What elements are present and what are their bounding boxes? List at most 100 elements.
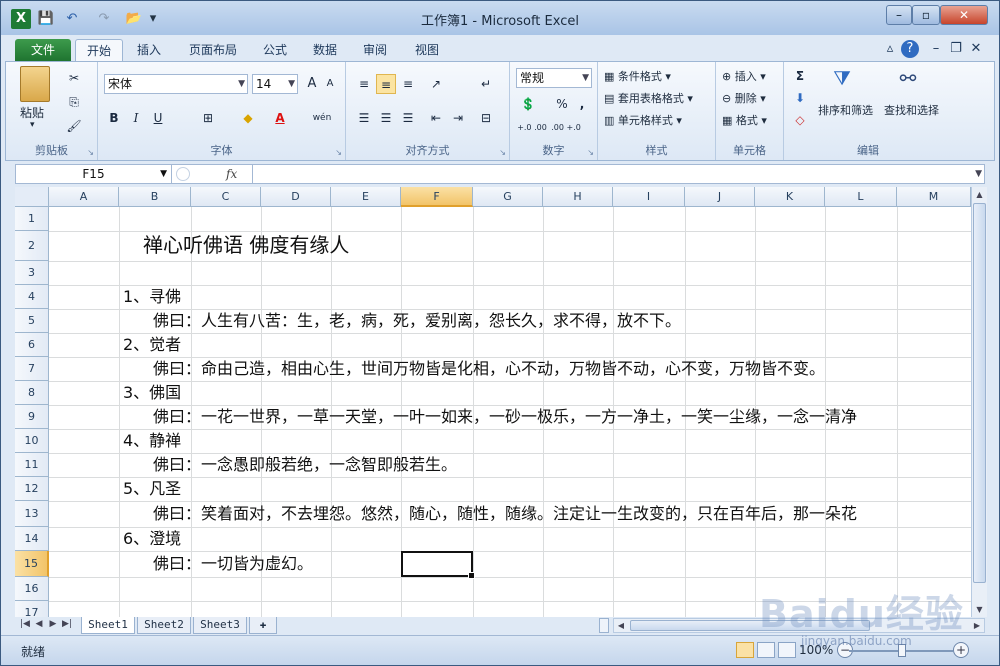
worksheet-grid[interactable]: A B C D E F G H I J K L M 1 2 3 4 5 6 7 … [15,187,971,617]
minimize-ribbon-icon[interactable]: ▵ [881,40,899,58]
workbook-close-icon[interactable]: ✕ [967,40,985,58]
close-button[interactable]: ✕ [940,5,988,25]
sheet-tab-2[interactable]: Sheet2 [137,617,191,634]
row-header-4[interactable]: 4 [15,285,49,309]
zoom-in-icon[interactable]: + [953,642,969,658]
grow-font-button[interactable]: A [302,74,322,94]
cell-b9[interactable]: 佛曰：一花一世界，一草一天堂，一叶一如来，一砂一极乐，一方一净土，一笑一尘缘，一… [153,405,857,429]
workbook-minimize-icon[interactable]: – [927,40,945,58]
maximize-button[interactable]: ▫ [912,5,940,25]
sheet-tab-3[interactable]: Sheet3 [193,617,247,634]
delete-cells-button[interactable]: ⊖ 删除 ▾ [722,90,766,106]
cell-b4[interactable]: 1、寻佛 [123,285,181,309]
tab-file[interactable]: 文件 [15,39,71,61]
tab-formulas[interactable]: 公式 [253,39,297,61]
format-as-table-button[interactable]: ▤ 套用表格格式 ▾ [604,90,693,106]
row-header-6[interactable]: 6 [15,333,49,357]
tab-home[interactable]: 开始 [75,39,123,61]
page-layout-view-icon[interactable] [757,642,775,658]
binoculars-icon[interactable]: ⚯ [896,66,920,94]
sheet-tab-1[interactable]: Sheet1 [81,617,135,634]
scroll-right-icon[interactable]: ▶ [970,619,984,632]
row-header-16[interactable]: 16 [15,577,49,601]
cell-b2-title[interactable]: 禅心听佛语 佛度有缘人 [143,233,349,257]
font-name-select[interactable]: 宋体 ▼ [104,74,248,94]
cell-styles-button[interactable]: ▥ 单元格样式 ▾ [604,112,682,128]
insert-sheet-icon[interactable]: ✚ [249,617,277,634]
font-launcher-icon[interactable]: ↘ [335,148,342,157]
align-left-icon[interactable]: ☰ [354,108,374,128]
scroll-up-icon[interactable]: ▲ [972,187,987,202]
column-header-f[interactable]: F [401,187,473,207]
row-header-15[interactable]: 15 [15,551,49,577]
column-header-g[interactable]: G [473,187,543,207]
scroll-left-icon[interactable]: ◀ [614,619,628,632]
align-right-icon[interactable]: ☰ [398,108,418,128]
format-cells-button[interactable]: ▦ 格式 ▾ [722,112,767,128]
insert-cells-button[interactable]: ⊕ 插入 ▾ [722,68,766,84]
align-bottom-icon[interactable]: ≡ [398,74,418,94]
tab-review[interactable]: 审阅 [353,39,397,61]
row-header-13[interactable]: 13 [15,501,49,527]
cell-b7[interactable]: 佛曰：命由己造，相由心生，世间万物皆是化相，心不动，万物皆不动，心不变，万物皆不… [153,357,825,381]
fill-color-icon[interactable]: ◆ [238,108,258,128]
column-header-b[interactable]: B [119,187,191,207]
tab-insert[interactable]: 插入 [127,39,171,61]
row-header-14[interactable]: 14 [15,527,49,551]
shrink-font-button[interactable]: A [320,74,340,94]
decrease-indent-icon[interactable]: ⇤ [426,108,446,128]
cell-b6[interactable]: 2、觉者 [123,333,181,357]
row-header-12[interactable]: 12 [15,477,49,501]
column-header-m[interactable]: M [897,187,971,207]
paste-dropdown-icon[interactable]: ▾ [30,120,35,130]
prev-sheet-icon[interactable]: ◀ [33,619,45,629]
find-select-label[interactable]: 查找和选择 [884,102,939,118]
row-header-1[interactable]: 1 [15,207,49,231]
row-header-10[interactable]: 10 [15,429,49,453]
row-header-5[interactable]: 5 [15,309,49,333]
first-sheet-icon[interactable]: |◀ [19,619,31,629]
column-header-c[interactable]: C [191,187,261,207]
decrease-decimal-button[interactable]: .00 +.0 [550,118,582,138]
currency-icon[interactable]: 💲 [518,94,538,114]
page-break-view-icon[interactable] [778,642,796,658]
align-middle-icon[interactable]: ≡ [376,74,396,94]
formula-input[interactable] [256,165,956,183]
align-top-icon[interactable]: ≡ [354,74,374,94]
help-icon[interactable]: ? [901,40,919,58]
column-header-k[interactable]: K [755,187,825,207]
column-header-a[interactable]: A [49,187,119,207]
sort-filter-label[interactable]: 排序和筛选 [818,102,873,118]
column-header-l[interactable]: L [825,187,897,207]
paste-button-label[interactable]: 粘贴 [20,104,44,121]
number-launcher-icon[interactable]: ↘ [587,148,594,157]
tab-data[interactable]: 数据 [303,39,347,61]
workbook-restore-icon[interactable]: ❐ [947,40,965,58]
row-header-7[interactable]: 7 [15,357,49,381]
next-sheet-icon[interactable]: ▶ [47,619,59,629]
cell-b8[interactable]: 3、佛国 [123,381,181,405]
vertical-scrollbar[interactable]: ▲ ▼ [971,187,987,617]
conditional-formatting-button[interactable]: ▦ 条件格式 ▾ [604,68,671,84]
row-header-9[interactable]: 9 [15,405,49,429]
paste-icon[interactable] [20,66,50,102]
align-center-icon[interactable]: ☰ [376,108,396,128]
active-cell-f15[interactable] [401,551,475,579]
cell-b15[interactable]: 佛曰：一切皆为虚幻。 [153,552,313,576]
cell-b13[interactable]: 佛曰：笑着面对，不去埋怨。悠然，随心，随性，随缘。注定让一生改变的，只在百年后，… [153,502,857,526]
alignment-launcher-icon[interactable]: ↘ [499,148,506,157]
expand-namebox-icon[interactable] [176,167,190,181]
comma-button[interactable]: , [572,94,592,114]
name-box[interactable]: F15 ▼ [16,165,172,183]
cell-b11[interactable]: 佛曰：一念愚即般若绝，一念智即般若生。 [153,453,457,477]
row-header-17[interactable]: 17 [15,601,49,617]
row-header-11[interactable]: 11 [15,453,49,477]
underline-button[interactable]: U [148,108,168,128]
vertical-scroll-thumb[interactable] [973,203,986,583]
phonetic-button[interactable]: wén [308,108,336,128]
cell-b10[interactable]: 4、静禅 [123,429,181,453]
bold-button[interactable]: B [104,108,124,128]
wrap-text-icon[interactable]: ↵ [476,74,496,94]
tab-page-layout[interactable]: 页面布局 [179,39,247,61]
sort-filter-icon[interactable]: ⧩ [830,66,854,94]
